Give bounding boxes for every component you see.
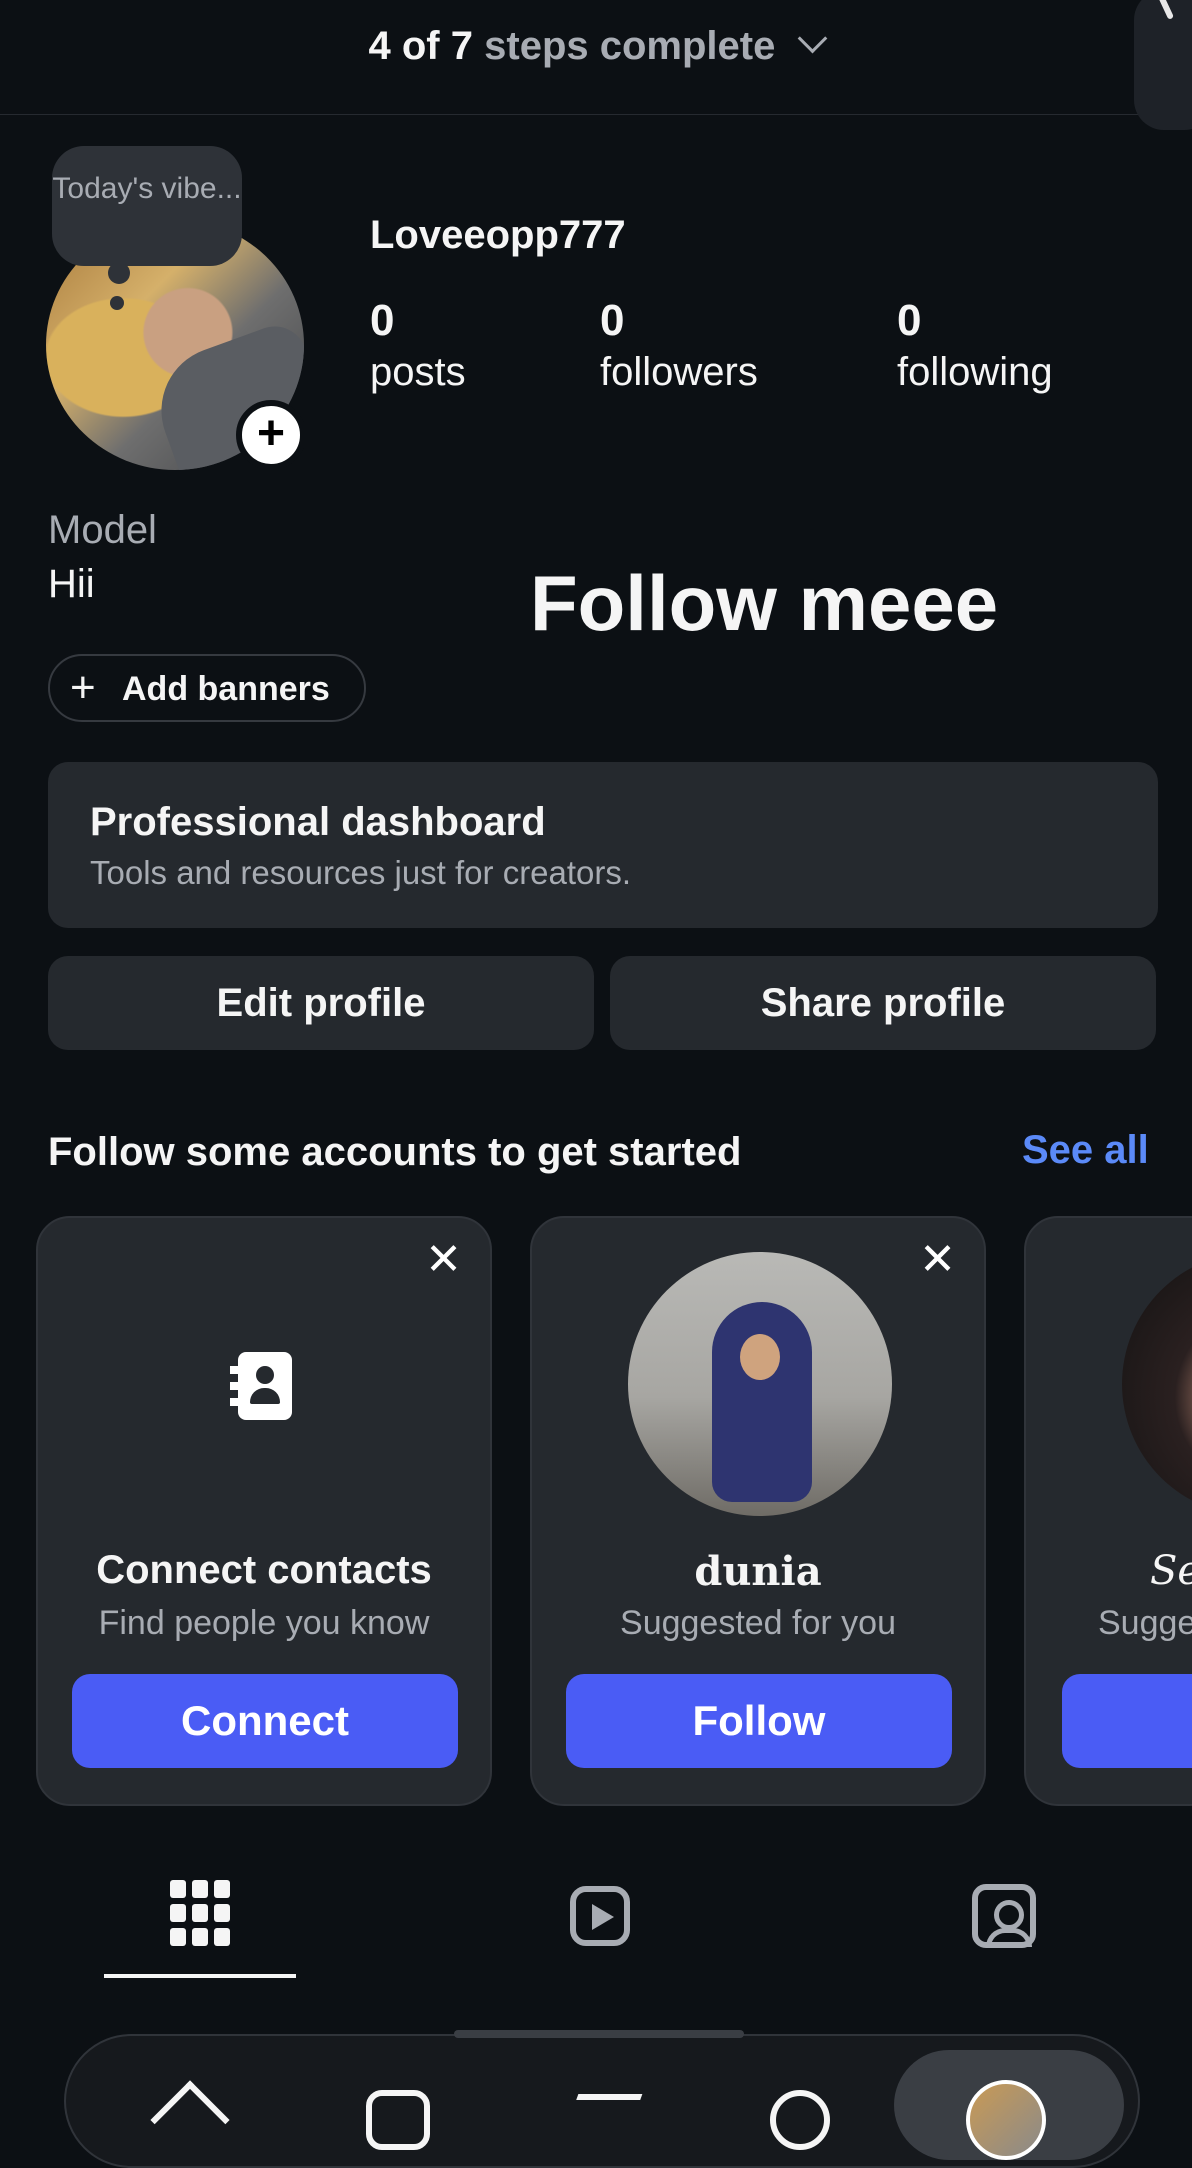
- plus-icon: +: [70, 663, 96, 712]
- steps-label: steps complete: [484, 24, 776, 68]
- nav-handle: [454, 2030, 744, 2038]
- steps-done: 4 of 7: [368, 24, 473, 68]
- card-title: Connect contacts: [96, 1548, 432, 1592]
- profile-bio: Hii: [48, 562, 95, 606]
- suggestion-card-dunia: ✕ dunia Suggested for you Follow: [530, 1216, 986, 1806]
- card-subtitle: Find people you know: [98, 1604, 430, 1642]
- add-banners-button[interactable]: + Add banners: [48, 654, 366, 722]
- profile-username: Loveeopp777: [370, 213, 626, 257]
- connect-button[interactable]: Connect: [72, 1674, 458, 1768]
- suggestion-card-contacts: ✕ Connect contacts Find people you know …: [36, 1216, 492, 1806]
- close-icon[interactable]: ✕: [919, 1238, 956, 1282]
- see-all-link[interactable]: See all: [1022, 1128, 1149, 1173]
- note-bubble-tail-small: [110, 296, 124, 310]
- plus-icon: +: [256, 407, 286, 460]
- add-banners-label: Add banners: [122, 670, 330, 708]
- chevron-down-icon: [798, 23, 828, 54]
- suggestions-title: Follow some accounts to get started: [48, 1130, 742, 1174]
- dashboard-subtitle: Tools and resources just for creators.: [90, 854, 632, 891]
- close-icon[interactable]: ✕: [425, 1238, 462, 1282]
- card-title: Se: [1150, 1548, 1192, 1594]
- share-profile-button[interactable]: Share profile: [610, 956, 1156, 1050]
- search-icon[interactable]: [770, 2090, 830, 2150]
- contact-book-icon: [230, 1352, 292, 1420]
- card-subtitle: Suggested for you: [620, 1604, 896, 1642]
- profile-nav-avatar[interactable]: [966, 2080, 1046, 2160]
- note-bubble-tail: [108, 262, 130, 284]
- grid-icon[interactable]: [170, 1880, 230, 1946]
- steps-progress[interactable]: 4 of 7 steps complete: [0, 23, 1192, 69]
- follow-button[interactable]: Follow: [566, 1674, 952, 1768]
- followers-label[interactable]: followers: [600, 350, 758, 395]
- following-count[interactable]: 0: [897, 296, 921, 346]
- suggested-user-avatar[interactable]: [628, 1252, 892, 1516]
- active-tab-indicator: [104, 1974, 296, 1978]
- tagged-icon[interactable]: [972, 1884, 1036, 1948]
- reels-icon[interactable]: [570, 1886, 630, 1946]
- card-title[interactable]: dunia: [532, 1548, 984, 1595]
- reels-nav-icon[interactable]: [366, 2090, 430, 2150]
- edge-handle[interactable]: [1134, 0, 1192, 130]
- overlay-text: Follow meee: [530, 559, 999, 647]
- following-label[interactable]: following: [897, 350, 1053, 395]
- followers-count[interactable]: 0: [600, 296, 624, 346]
- suggestion-card-partial: Se Sugge: [1024, 1216, 1192, 1806]
- note-bubble[interactable]: Today's vibe...: [52, 146, 242, 266]
- dashboard-title: Professional dashboard: [90, 800, 546, 844]
- steps-bar[interactable]: 4 of 7 steps complete: [0, 0, 1192, 115]
- profile-category: Model: [48, 508, 157, 552]
- professional-dashboard[interactable]: Professional dashboard Tools and resourc…: [48, 762, 1158, 928]
- posts-count[interactable]: 0: [370, 296, 394, 346]
- posts-label[interactable]: posts: [370, 350, 466, 395]
- card-subtitle: Sugge: [1098, 1604, 1192, 1642]
- add-story-button[interactable]: +: [236, 400, 306, 470]
- follow-button[interactable]: [1062, 1674, 1192, 1768]
- suggested-user-avatar[interactable]: [1122, 1252, 1192, 1516]
- edit-profile-button[interactable]: Edit profile: [48, 956, 594, 1050]
